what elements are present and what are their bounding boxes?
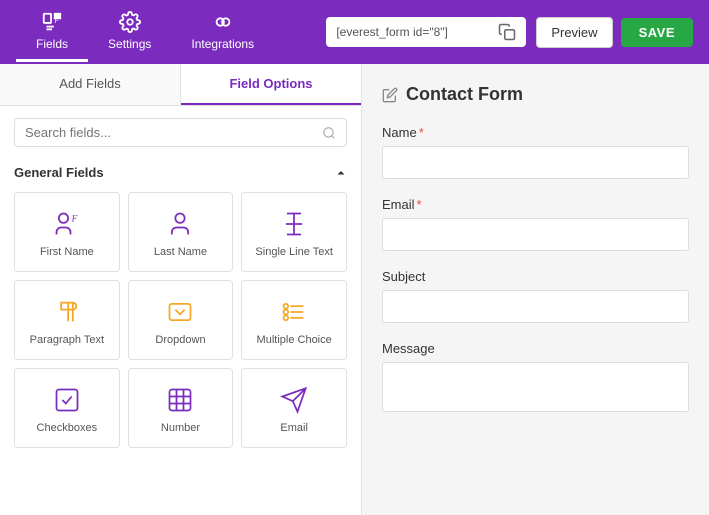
paragraph-label: Paragraph Text <box>30 334 104 346</box>
search-container <box>0 106 361 159</box>
paragraph-icon <box>53 298 81 326</box>
dropdown-label: Dropdown <box>155 334 205 346</box>
main-layout: Add Fields Field Options General Fields <box>0 64 709 515</box>
subject-label: Subject <box>382 269 689 284</box>
field-checkboxes[interactable]: Checkboxes <box>14 368 120 448</box>
email-label: Email* <box>382 197 689 212</box>
tab-add-fields[interactable]: Add Fields <box>0 64 181 105</box>
top-navigation: F Fields Settings Integrations [everest_… <box>0 0 709 64</box>
search-input[interactable] <box>25 125 316 140</box>
form-field-message: Message <box>382 341 689 415</box>
edit-icon[interactable] <box>382 87 398 103</box>
first-name-label: First Name <box>40 246 94 258</box>
multiple-choice-label: Multiple Choice <box>257 334 332 346</box>
email-input[interactable] <box>382 218 689 251</box>
svg-text:F: F <box>70 215 77 225</box>
number-icon <box>166 386 194 414</box>
preview-button[interactable]: Preview <box>536 17 612 48</box>
message-label: Message <box>382 341 689 356</box>
nav-fields-label: Fields <box>36 37 68 51</box>
number-label: Number <box>161 422 200 434</box>
name-label: Name* <box>382 125 689 140</box>
search-icon <box>322 126 336 140</box>
last-name-icon <box>166 210 194 238</box>
left-panel: Add Fields Field Options General Fields <box>0 64 362 515</box>
shortcode-text: [everest_form id="8"] <box>336 25 490 39</box>
message-input[interactable] <box>382 362 689 412</box>
nav-fields[interactable]: F Fields <box>16 3 88 62</box>
field-multiple-choice[interactable]: Multiple Choice <box>241 280 347 360</box>
field-first-name[interactable]: F First Name <box>14 192 120 272</box>
tabs: Add Fields Field Options <box>0 64 361 106</box>
first-name-icon: F <box>53 210 81 238</box>
copy-icon[interactable] <box>498 23 516 41</box>
multiple-choice-icon <box>280 298 308 326</box>
email-required: * <box>417 197 422 212</box>
form-field-email: Email* <box>382 197 689 251</box>
form-field-subject: Subject <box>382 269 689 323</box>
name-required: * <box>419 125 424 140</box>
search-box <box>14 118 347 147</box>
email-field-icon <box>280 386 308 414</box>
field-single-line[interactable]: Single Line Text <box>241 192 347 272</box>
single-line-icon <box>280 210 308 238</box>
form-field-name: Name* <box>382 125 689 179</box>
single-line-label: Single Line Text <box>255 246 332 258</box>
right-panel: Contact Form Name* Email* Subject Messag… <box>362 64 709 515</box>
field-last-name[interactable]: Last Name <box>128 192 234 272</box>
form-title-row: Contact Form <box>382 84 689 105</box>
form-title: Contact Form <box>406 84 523 105</box>
dropdown-icon <box>166 298 194 326</box>
name-input[interactable] <box>382 146 689 179</box>
shortcode-box: [everest_form id="8"] <box>326 17 526 47</box>
email-field-label: Email <box>280 422 308 434</box>
last-name-label: Last Name <box>154 246 207 258</box>
field-paragraph[interactable]: Paragraph Text <box>14 280 120 360</box>
section-header: General Fields <box>0 159 361 188</box>
nav-settings-label: Settings <box>108 37 151 51</box>
checkboxes-label: Checkboxes <box>37 422 98 434</box>
collapse-icon[interactable] <box>335 167 347 179</box>
field-number[interactable]: Number <box>128 368 234 448</box>
fields-grid: F First Name Last Name <box>0 188 361 462</box>
tab-field-options[interactable]: Field Options <box>181 64 361 105</box>
save-button[interactable]: SAVE <box>621 18 693 47</box>
svg-text:F: F <box>55 17 59 24</box>
nav-integrations[interactable]: Integrations <box>171 3 274 62</box>
field-email[interactable]: Email <box>241 368 347 448</box>
field-dropdown[interactable]: Dropdown <box>128 280 234 360</box>
nav-integrations-label: Integrations <box>191 37 254 51</box>
section-label: General Fields <box>14 165 104 180</box>
checkboxes-icon <box>53 386 81 414</box>
nav-settings[interactable]: Settings <box>88 3 171 62</box>
subject-input[interactable] <box>382 290 689 323</box>
